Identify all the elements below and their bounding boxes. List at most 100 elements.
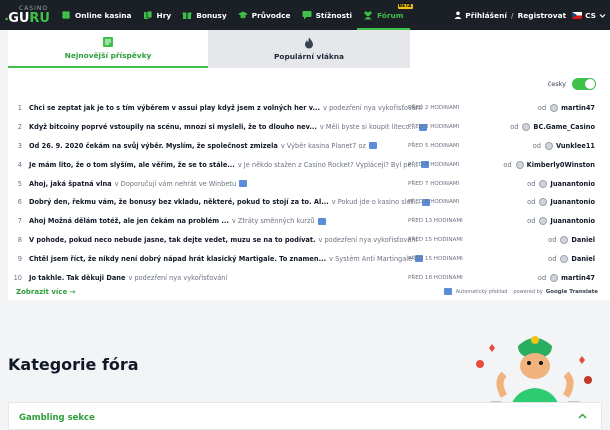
- author-name[interactable]: Daniel: [571, 236, 595, 244]
- thread-link[interactable]: v Doporučují vám nehrát ve Winbetu: [115, 180, 237, 188]
- nav-online-kasina[interactable]: Online kasina: [61, 0, 132, 30]
- avatar[interactable]: [515, 160, 524, 169]
- author-name[interactable]: martin47: [561, 104, 595, 112]
- post-excerpt-link[interactable]: Je mám lito, že o tom slyším, ale věřím,…: [29, 161, 235, 169]
- thread-link[interactable]: v Pokud jde o kasino slot...: [332, 198, 420, 206]
- language-selector[interactable]: CS: [585, 11, 596, 20]
- translation-toggle-label: česky: [547, 80, 566, 88]
- graduation-cap-icon: [237, 11, 248, 19]
- author-name[interactable]: martin47: [561, 274, 595, 282]
- post-excerpt-link[interactable]: Chci se zeptat jak je to s tím výběrem v…: [29, 104, 320, 112]
- post-author: od Vunklee11: [532, 141, 595, 150]
- post-excerpt-link[interactable]: Ahoj, jaká špatná vlna: [29, 180, 112, 188]
- nav-label: Bonusy: [196, 10, 227, 20]
- category-panel-title: Gambling sekce: [19, 413, 95, 423]
- author-name[interactable]: Juanantonio: [550, 198, 595, 206]
- post-number: 3: [17, 141, 22, 150]
- post-excerpt-link[interactable]: Od 26. 9. 2020 čekám na svůj výběr. Mysl…: [29, 142, 278, 150]
- post-time: PŘED 8 HODINAMI: [408, 199, 460, 206]
- post-row[interactable]: 3 Od 26. 9. 2020 čekám na svůj výběr. Mys…: [8, 137, 610, 156]
- author-prefix: od: [532, 141, 541, 150]
- author-prefix: od: [537, 273, 547, 282]
- tab-latest-posts[interactable]: Nejnovější příspěvky: [8, 30, 208, 68]
- post-row[interactable]: 4 Je mám lito, že o tom slyším, ale věřím…: [8, 155, 610, 174]
- thread-link[interactable]: v podezření nya vykořisťování: [318, 236, 417, 244]
- post-row[interactable]: 7 Ahoj Možná dělám totéž, ale jen čekám n…: [8, 212, 610, 231]
- user-icon: [454, 11, 462, 19]
- powered-by-label: powered by: [513, 288, 543, 295]
- author-name[interactable]: BC.Game_Casino: [533, 123, 595, 131]
- post-excerpt-link[interactable]: Chtěl jsem říct, že nikdy není dobrý náp…: [29, 255, 326, 263]
- thread-link[interactable]: v Měli byste si koupit liteco...: [320, 123, 416, 131]
- post-row[interactable]: 6 Dobrý den, řekmu vám, že bonusy bez vkl…: [8, 193, 610, 212]
- author-name[interactable]: Vunklee11: [556, 142, 595, 150]
- nav-bonusy[interactable]: Bonusy: [182, 0, 227, 30]
- author-name[interactable]: Daniel: [571, 255, 595, 263]
- forum-categories-heading: Kategorie fóra: [8, 355, 139, 374]
- post-number: 5: [17, 179, 22, 188]
- avatar[interactable]: [539, 179, 548, 188]
- author-name[interactable]: Juanantonio: [550, 180, 595, 188]
- czech-flag-icon[interactable]: [572, 11, 583, 19]
- thread-link[interactable]: v podezření nya vykořisťování: [128, 274, 227, 282]
- post-number: 1: [17, 104, 22, 113]
- google-translate-brand: Google Translate: [545, 288, 598, 295]
- avatar[interactable]: [550, 273, 559, 282]
- translation-toggle[interactable]: [572, 78, 596, 90]
- nav-label: Fórum: [377, 10, 404, 20]
- post-excerpt-link[interactable]: V pohode, pokud neco nebude jasne, tak d…: [29, 236, 315, 244]
- show-more-link[interactable]: Zobrazit více →: [16, 288, 76, 296]
- forum-posts-card: Nejnovější příspěvky Populární vlákna če…: [8, 30, 610, 300]
- chevron-down-icon[interactable]: [599, 12, 606, 19]
- author-prefix: od: [527, 179, 536, 188]
- author-name[interactable]: Kimberly0Winston: [527, 161, 595, 169]
- avatar[interactable]: [522, 123, 531, 132]
- post-row[interactable]: 9 Chtěl jsem říct, že nikdy není dobrý ná…: [8, 249, 610, 268]
- author-name[interactable]: Juanantonio: [550, 217, 595, 225]
- post-list: 1 Chci se zeptat jak je to s tím výběrem …: [8, 99, 610, 287]
- avatar[interactable]: [539, 217, 548, 226]
- post-row[interactable]: 2 Když bitcoiny poprvé vstoupily na scénu…: [8, 118, 610, 137]
- post-row[interactable]: 5 Ahoj, jaká špatná vlna v Doporučují vám …: [8, 174, 610, 193]
- post-excerpt-link[interactable]: Jo takhle. Tak děkuji Dane: [29, 274, 125, 282]
- thread-link[interactable]: v Systém Anti Martingale: [329, 255, 412, 263]
- gift-icon: [182, 12, 192, 19]
- post-time: PŘED 13 HODINAMI: [408, 218, 463, 225]
- post-row[interactable]: 1 Chci se zeptat jak je to s tím výběrem …: [8, 99, 610, 118]
- post-number: 6: [17, 198, 22, 207]
- nav-label: Průvodce: [251, 10, 291, 20]
- post-excerpt-link[interactable]: Ahoj Možná dělám totéž, ale jen čekám na…: [29, 217, 229, 225]
- post-row[interactable]: 8 V pohode, pokud neco nebude jasne, tak …: [8, 231, 610, 250]
- post-row[interactable]: 10 Jo takhle. Tak děkuji Dane v podezření …: [8, 268, 610, 287]
- logo-text-b: RU: [29, 11, 50, 26]
- avatar[interactable]: [560, 235, 569, 244]
- post-number: 7: [17, 217, 22, 226]
- message-icon: [103, 37, 113, 47]
- thread-link[interactable]: v Výběr kasina Planet7 oz: [281, 142, 366, 150]
- thread-link[interactable]: v Je někdo stažen z Casino Rocket? Vyplá…: [238, 161, 418, 169]
- category-panel-gambling[interactable]: Gambling sekce: [8, 402, 602, 430]
- post-time: PŘED 15 HODINAMI: [408, 236, 463, 243]
- chevron-up-icon[interactable]: [578, 412, 587, 421]
- thread-link[interactable]: v Ztráty směnných kurzů: [232, 217, 315, 225]
- avatar[interactable]: [560, 254, 569, 263]
- nav-forum[interactable]: Fórum BETA: [357, 0, 413, 30]
- nav-stiznosti[interactable]: Stížnosti: [302, 0, 352, 30]
- post-excerpt-link[interactable]: Dobrý den, řekmu vám, že bonusy bez vkla…: [29, 198, 329, 206]
- avatar[interactable]: [539, 198, 548, 207]
- nav-hry[interactable]: Hry: [143, 0, 171, 30]
- nav-account-area: Přihlášení / Registrovat CS: [454, 0, 610, 30]
- post-author: od Juanantonio: [527, 198, 595, 207]
- post-time: PŘED 7 HODINAMI: [408, 180, 460, 187]
- avatar[interactable]: [544, 141, 553, 150]
- nav-pruvodce[interactable]: Průvodce: [237, 0, 291, 30]
- register-link[interactable]: Registrovat: [518, 11, 567, 20]
- cards-icon: [143, 10, 152, 19]
- google-translate-attribution: Automatický překlad powered by Google Tr…: [443, 288, 598, 295]
- tab-popular-threads[interactable]: Populární vlákna: [208, 30, 410, 68]
- avatar[interactable]: [550, 104, 559, 113]
- login-link[interactable]: Přihlášení: [465, 11, 507, 20]
- post-excerpt-link[interactable]: Když bitcoiny poprvé vstoupily na scénu,…: [29, 123, 317, 131]
- post-time: PŘED 18 HODINAMI: [408, 274, 463, 281]
- casino-guru-logo[interactable]: CASINO GU RU: [0, 0, 50, 30]
